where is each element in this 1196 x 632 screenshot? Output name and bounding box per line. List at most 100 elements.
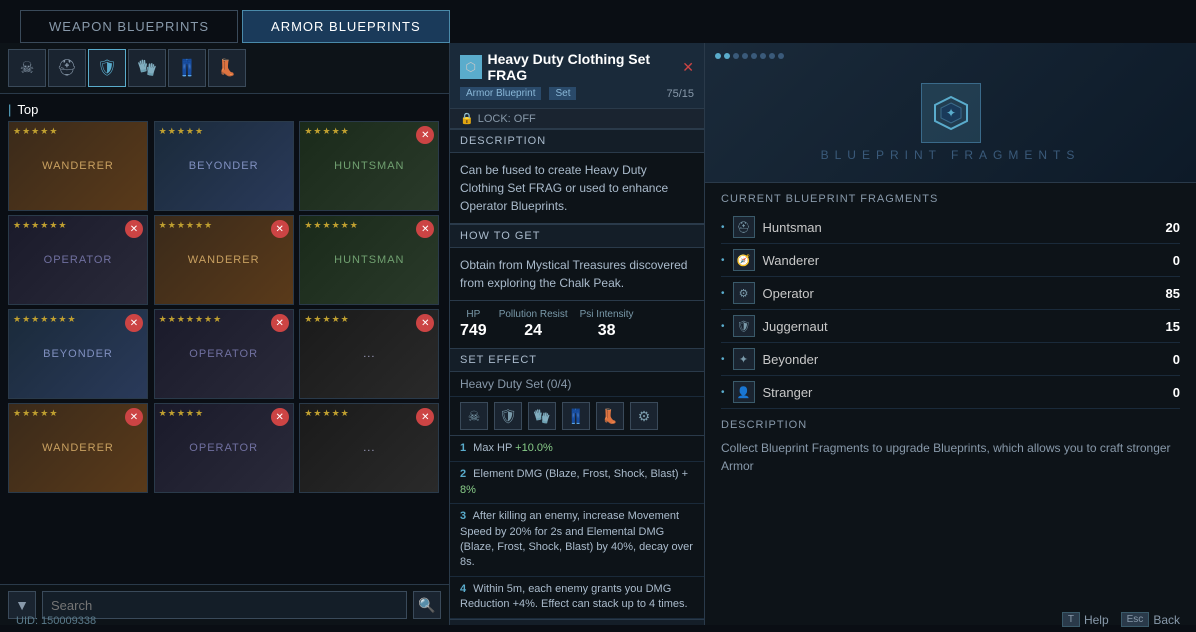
frag-juggernaut: • 🛡 Juggernaut 15	[721, 310, 1180, 343]
operator-count: 85	[1166, 286, 1180, 301]
bottom-bar: T Help Esc Back	[1046, 607, 1196, 632]
table-row[interactable]: WANDERER ★★★★★ ✕	[8, 403, 148, 493]
section-label: Top	[8, 98, 441, 121]
table-row[interactable]: BEYONDER ★★★★★	[154, 121, 294, 211]
stranger-icon: 👤	[733, 381, 755, 403]
table-row[interactable]: OPERATOR ★★★★★★★ ✕	[154, 309, 294, 399]
set-slot-chest: 🛡	[494, 402, 522, 430]
frag-wanderer: • 🧭 Wanderer 0	[721, 244, 1180, 277]
filter-boots[interactable]: 👢	[208, 49, 246, 87]
how-to-get-text: Obtain from Mystical Treasures discovere…	[450, 248, 704, 301]
stat-psi-value: 38	[598, 322, 616, 340]
description-header: DESCRIPTION	[450, 129, 704, 153]
bullet: •	[721, 255, 725, 266]
lock-icon: 🔒	[460, 112, 474, 125]
table-row[interactable]: OPERATOR ★★★★★★ ✕	[8, 215, 148, 305]
beyonder-icon: ✦	[733, 348, 755, 370]
table-row[interactable]: ... ★★★★★ ✕	[299, 403, 439, 493]
bullet: •	[721, 387, 725, 398]
set-name: Heavy Duty Set (0/4)	[450, 372, 704, 397]
left-panel: ☠ ⛑ 🛡 🧤 👖 👢 Top WANDERER ★★★★★ BEYONDER …	[0, 43, 450, 625]
stat-pollution-value: 24	[524, 322, 542, 340]
back-button[interactable]: Esc Back	[1121, 612, 1180, 627]
filter-helmet[interactable]: ⛑	[48, 49, 86, 87]
tab-weapon[interactable]: WEAPON BLUEPRINTS	[20, 10, 238, 43]
dot-6	[760, 53, 766, 59]
help-label: Help	[1084, 613, 1109, 627]
close-button[interactable]: ✕	[682, 59, 694, 76]
help-button[interactable]: T Help	[1062, 612, 1109, 627]
dot-4	[742, 53, 748, 59]
uid-bar: UID: 150009338	[0, 610, 112, 632]
right-desc-text: Collect Blueprint Fragments to upgrade B…	[705, 435, 1196, 485]
detail-id: 75/15	[666, 88, 694, 100]
frag-huntsman: • ⛑ Huntsman 20	[721, 211, 1180, 244]
stat-pollution: Pollution Resist 24	[499, 309, 568, 340]
tab-armor[interactable]: ARMOR BLUEPRINTS	[242, 10, 450, 43]
lock-label: LOCK: OFF	[478, 113, 536, 125]
right-desc-header: DESCRIPTION	[705, 409, 1196, 435]
fragments-visual: ✦ Blueprint Fragments	[705, 43, 1196, 183]
esc-key: Esc	[1121, 612, 1150, 627]
description-text: Can be fused to create Heavy Duty Clothi…	[450, 153, 704, 224]
effect-4: 4 Within 5m, each enemy grants you DMG R…	[450, 577, 704, 619]
filter-chest[interactable]: 🛡	[88, 49, 126, 87]
beyonder-label: Beyonder	[763, 352, 1165, 367]
stats-row: HP 749 Pollution Resist 24 Psi Intensity…	[450, 301, 704, 349]
huntsman-label: Huntsman	[763, 220, 1158, 235]
tag-set: Set	[549, 87, 576, 100]
frag-beyonder: • ✦ Beyonder 0	[721, 343, 1180, 376]
set-effect-header: SET EFFECT	[450, 349, 704, 372]
table-row[interactable]: WANDERER ★★★★★	[8, 121, 148, 211]
fragments-bg-text: Blueprint Fragments	[821, 148, 1081, 162]
huntsman-count: 20	[1166, 220, 1180, 235]
effect-1: 1 Max HP +10.0%	[450, 436, 704, 462]
grid-area: Top WANDERER ★★★★★ BEYONDER ★★★★★ HUNTSM…	[0, 94, 449, 584]
dot-8	[778, 53, 784, 59]
set-slot-boots: 👢	[596, 402, 624, 430]
filter-gloves[interactable]: 🧤	[128, 49, 166, 87]
bullet: •	[721, 222, 725, 233]
bullet: •	[721, 288, 725, 299]
item-grid: WANDERER ★★★★★ BEYONDER ★★★★★ HUNTSMAN ★…	[8, 121, 441, 493]
frag-stranger: • 👤 Stranger 0	[721, 376, 1180, 409]
table-row[interactable]: BEYONDER ★★★★★★★ ✕	[8, 309, 148, 399]
svg-text:✦: ✦	[945, 106, 955, 120]
filter-legs[interactable]: 👖	[168, 49, 206, 87]
table-row[interactable]: HUNTSMAN ★★★★★ ✕	[299, 121, 439, 211]
main-layout: ☠ ⛑ 🛡 🧤 👖 👢 Top WANDERER ★★★★★ BEYONDER …	[0, 43, 1196, 625]
table-row[interactable]: OPERATOR ★★★★★ ✕	[154, 403, 294, 493]
set-icons-row: ☠ 🛡 🧤 👖 👢 ⚙	[450, 397, 704, 436]
set-slot-head: ☠	[460, 402, 488, 430]
detail-header: ⬡ Heavy Duty Clothing Set FRAG ✕ Armor B…	[450, 43, 704, 109]
effect-3: 3 After killing an enemy, increase Movem…	[450, 504, 704, 577]
detail-title: Heavy Duty Clothing Set FRAG	[488, 51, 673, 83]
set-slot-legs: 👖	[562, 402, 590, 430]
stranger-label: Stranger	[763, 385, 1165, 400]
detail-panel: ⬡ Heavy Duty Clothing Set FRAG ✕ Armor B…	[450, 43, 705, 625]
huntsman-icon: ⛑	[733, 216, 755, 238]
current-frags-header: CURRENT BLUEPRINT FRAGMENTS	[705, 183, 1196, 211]
dot-1	[715, 53, 721, 59]
frag-operator: • ⚙ Operator 85	[721, 277, 1180, 310]
table-row[interactable]: ... ★★★★★ ✕	[299, 309, 439, 399]
filter-skull[interactable]: ☠	[8, 49, 46, 87]
wanderer-icon: 🧭	[733, 249, 755, 271]
action-bar: F Fuse C Lock J V's Presentation	[450, 619, 704, 625]
stat-hp-value: 749	[460, 322, 487, 340]
stat-psi-label: Psi Intensity	[580, 309, 634, 320]
dot-3	[733, 53, 739, 59]
table-row[interactable]: HUNTSMAN ★★★★★★ ✕	[299, 215, 439, 305]
dot-5	[751, 53, 757, 59]
table-row[interactable]: WANDERER ★★★★★★ ✕	[154, 215, 294, 305]
fragment-icon: ✦	[921, 83, 981, 143]
effect-2: 2 Element DMG (Blaze, Frost, Shock, Blas…	[450, 462, 704, 504]
help-key: T	[1062, 612, 1080, 627]
search-submit[interactable]: 🔍	[413, 591, 441, 619]
wanderer-label: Wanderer	[763, 253, 1165, 268]
lock-row: 🔒 LOCK: OFF	[450, 109, 704, 129]
set-slot-extra: ⚙	[630, 402, 658, 430]
frag-list: • ⛑ Huntsman 20 • 🧭 Wanderer 0 • ⚙ Opera…	[705, 211, 1196, 409]
stranger-count: 0	[1173, 385, 1180, 400]
juggernaut-label: Juggernaut	[763, 319, 1158, 334]
